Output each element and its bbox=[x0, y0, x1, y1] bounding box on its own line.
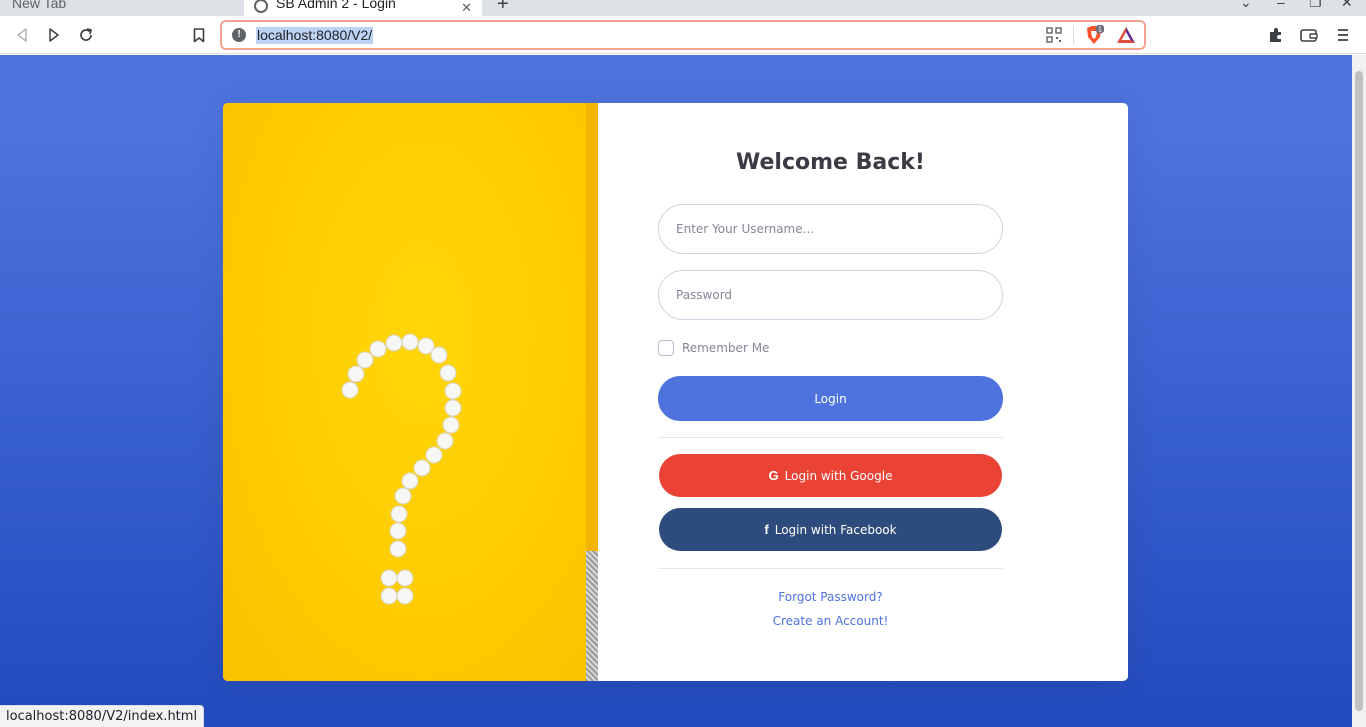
new-tab-button[interactable]: + bbox=[497, 0, 509, 16]
brave-rewards-icon[interactable] bbox=[1116, 26, 1136, 44]
tab-sb-admin-login[interactable]: SB Admin 2 - Login ✕ bbox=[244, 0, 482, 16]
minimize-icon[interactable]: – bbox=[1277, 0, 1285, 10]
extensions-button[interactable] bbox=[1265, 24, 1287, 46]
puzzle-icon bbox=[1270, 28, 1281, 42]
close-tab-icon[interactable]: ✕ bbox=[461, 0, 472, 16]
page-viewport: Welcome Back! Remember Me Login G Login … bbox=[0, 55, 1352, 727]
status-bar: localhost:8080/V2/index.html bbox=[0, 705, 205, 727]
site-info-icon[interactable]: ! bbox=[232, 28, 246, 42]
scrollbar-thumb[interactable] bbox=[1355, 71, 1363, 711]
login-facebook-label: Login with Facebook bbox=[774, 522, 897, 537]
bookmark-icon bbox=[193, 27, 205, 42]
back-button[interactable] bbox=[11, 24, 33, 46]
login-image bbox=[223, 103, 598, 681]
password-input[interactable] bbox=[658, 270, 1003, 320]
divider bbox=[658, 568, 1003, 569]
menu-button[interactable] bbox=[1332, 24, 1354, 46]
google-icon: G bbox=[768, 468, 779, 483]
username-input[interactable] bbox=[658, 204, 1003, 254]
forward-button[interactable] bbox=[43, 24, 65, 46]
reload-button[interactable] bbox=[75, 24, 97, 46]
window-close-icon[interactable]: ✕ bbox=[1341, 0, 1353, 11]
login-google-label: Login with Google bbox=[784, 468, 893, 483]
remember-me-row[interactable]: Remember Me bbox=[658, 340, 769, 356]
qr-code-icon[interactable] bbox=[1046, 27, 1062, 43]
tab-search-icon[interactable]: ⌄ bbox=[1240, 0, 1252, 11]
login-google-button[interactable]: G Login with Google bbox=[659, 454, 1002, 497]
tab-strip: New Tab SB Admin 2 - Login ✕ + ⌄ – ❐ ✕ bbox=[0, 0, 1366, 16]
page-scrollbar[interactable] bbox=[1352, 55, 1366, 727]
back-icon bbox=[17, 28, 27, 42]
address-bar[interactable]: ! localhost:8080/V2/ 1 bbox=[220, 20, 1146, 50]
facebook-icon: f bbox=[764, 522, 769, 537]
hamburger-menu-icon bbox=[1338, 29, 1348, 41]
wallet-button[interactable] bbox=[1298, 24, 1320, 46]
address-url[interactable]: localhost:8080/V2/ bbox=[256, 27, 374, 44]
forgot-password-link[interactable]: Forgot Password? bbox=[598, 590, 1063, 604]
bookmark-button[interactable] bbox=[188, 24, 210, 46]
login-card: Welcome Back! Remember Me Login G Login … bbox=[223, 103, 1128, 681]
create-account-link[interactable]: Create an Account! bbox=[598, 614, 1063, 628]
reload-icon bbox=[80, 28, 93, 41]
browser-toolbar: ! localhost:8080/V2/ 1 bbox=[0, 16, 1366, 54]
wallet-icon bbox=[1300, 28, 1318, 42]
divider bbox=[658, 437, 1003, 438]
restore-icon[interactable]: ❐ bbox=[1309, 0, 1322, 11]
brave-shields-icon[interactable]: 1 bbox=[1084, 24, 1105, 45]
tab-title: SB Admin 2 - Login bbox=[276, 0, 396, 11]
page-title: Welcome Back! bbox=[736, 150, 925, 175]
svg-text:1: 1 bbox=[1098, 26, 1102, 34]
remember-me-label[interactable]: Remember Me bbox=[682, 341, 769, 355]
omnibox-separator bbox=[1073, 26, 1074, 44]
remember-me-checkbox[interactable] bbox=[658, 340, 674, 356]
forward-icon bbox=[49, 28, 59, 42]
login-facebook-button[interactable]: f Login with Facebook bbox=[659, 508, 1002, 551]
question-mark-pills-icon bbox=[341, 333, 462, 605]
globe-icon bbox=[254, 0, 268, 13]
tab-title: New Tab bbox=[12, 0, 67, 11]
tab-new-tab[interactable]: New Tab bbox=[0, 0, 240, 16]
login-button[interactable]: Login bbox=[658, 376, 1003, 421]
login-form: Welcome Back! Remember Me Login G Login … bbox=[598, 103, 1128, 681]
